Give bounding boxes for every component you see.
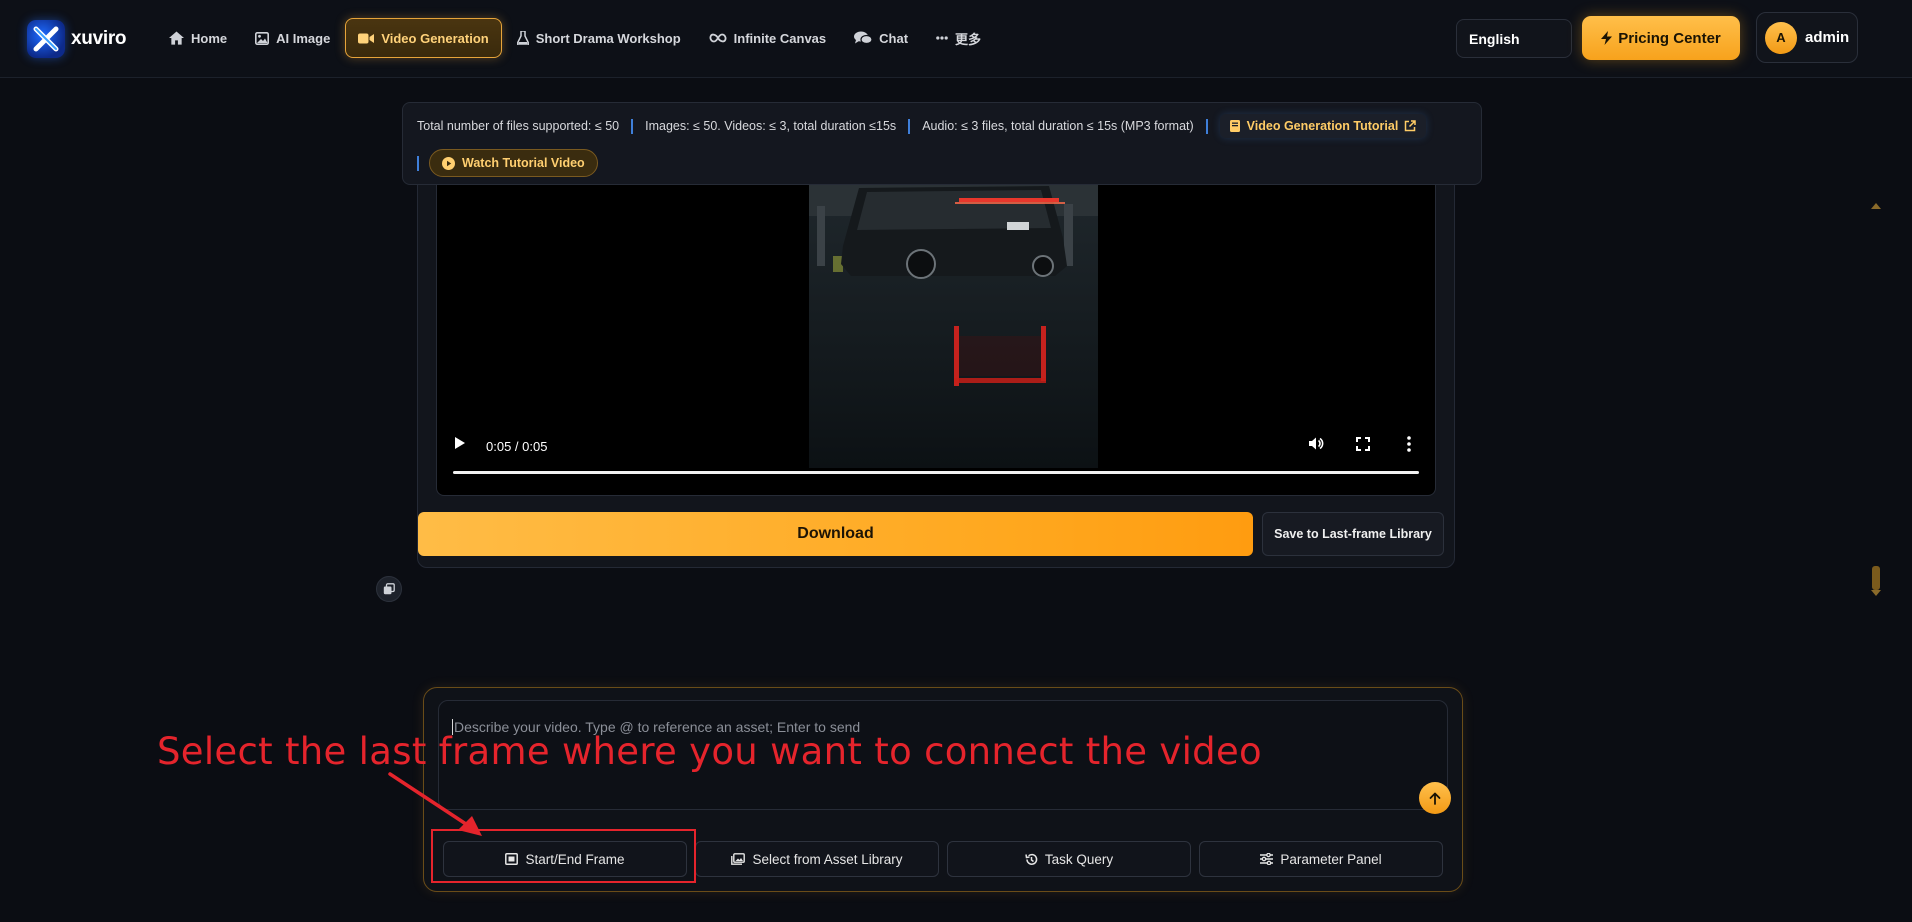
arrow-up-icon xyxy=(1429,792,1441,805)
divider xyxy=(908,118,911,134)
video-frame xyxy=(809,176,1098,468)
video-progress-bar[interactable] xyxy=(453,471,1419,474)
action-label: Parameter Panel xyxy=(1280,851,1382,867)
nav-label: 更多 xyxy=(955,31,982,47)
app-name: xuviro xyxy=(71,28,127,49)
video-camera-icon xyxy=(358,33,375,43)
play-icon[interactable] xyxy=(454,436,466,450)
fullscreen-icon[interactable] xyxy=(1356,437,1370,451)
nav-label: Home xyxy=(191,30,228,46)
task-query-button[interactable]: Task Query xyxy=(947,841,1191,877)
nav-item-infinite-canvas[interactable]: Infinite Canvas xyxy=(696,18,839,58)
nav-item-chat[interactable]: Chat xyxy=(841,18,921,58)
divider xyxy=(417,155,419,171)
nav-item-video-generation[interactable]: Video Generation xyxy=(345,18,502,58)
app-logo[interactable]: xuviro xyxy=(27,20,127,58)
pricing-label: Pricing Center xyxy=(1618,29,1721,47)
car-scene-image xyxy=(809,176,1098,468)
more-dots-icon xyxy=(936,36,948,40)
copy-icon xyxy=(383,583,395,595)
nav-item-more[interactable]: 更多 xyxy=(923,18,994,58)
tutorial-link-label: Video Generation Tutorial xyxy=(1246,119,1399,133)
scroll-up-icon[interactable] xyxy=(1871,203,1881,209)
more-options-icon[interactable] xyxy=(1407,436,1411,452)
logo-mark-icon xyxy=(27,20,65,58)
lightning-icon xyxy=(1601,31,1613,45)
select-from-asset-library-button[interactable]: Select from Asset Library xyxy=(695,841,939,877)
download-button[interactable]: Download xyxy=(418,512,1253,556)
avatar: A xyxy=(1765,21,1797,54)
infinity-icon xyxy=(709,33,727,43)
sliders-icon xyxy=(1260,853,1274,865)
nav-label: Infinite Canvas xyxy=(733,30,827,46)
divider xyxy=(631,118,634,134)
main-nav: Home AI Image Video Generation Short Dra… xyxy=(156,18,996,58)
home-icon xyxy=(169,31,184,45)
external-link-icon xyxy=(1405,120,1417,132)
generation-result-card: 0:05 / 0:05 Download Save to Last-frame … xyxy=(417,175,1455,568)
image-library-icon xyxy=(731,853,746,865)
video-player[interactable]: 0:05 / 0:05 xyxy=(436,176,1436,496)
scroll-down-icon[interactable] xyxy=(1871,590,1881,596)
chat-icon xyxy=(854,31,873,45)
upload-limits-bar: Total number of files supported: ≤ 50 Im… xyxy=(402,102,1482,185)
video-tutorial-link[interactable]: Video Generation Tutorial xyxy=(1219,114,1427,138)
volume-icon[interactable] xyxy=(1308,436,1324,451)
nav-label: Short Drama Workshop xyxy=(535,30,681,46)
flask-icon xyxy=(516,31,529,45)
user-name: admin xyxy=(1805,29,1850,46)
copy-button[interactable] xyxy=(376,576,402,602)
nav-item-home[interactable]: Home xyxy=(156,18,240,58)
annotation-text: Select the last frame where you want to … xyxy=(157,730,1262,773)
watch-tutorial-label: Watch Tutorial Video xyxy=(462,156,585,170)
book-icon xyxy=(1229,120,1240,132)
language-selector[interactable]: English xyxy=(1456,19,1572,58)
files-total-limit: Total number of files supported: ≤ 50 xyxy=(417,119,620,133)
action-label: Select from Asset Library xyxy=(752,851,903,867)
watch-tutorial-button[interactable]: Watch Tutorial Video xyxy=(429,149,598,177)
parameter-panel-button[interactable]: Parameter Panel xyxy=(1199,841,1443,877)
play-circle-icon xyxy=(442,156,455,170)
nav-label: AI Image xyxy=(276,30,331,46)
save-to-last-frame-library-button[interactable]: Save to Last-frame Library xyxy=(1262,512,1444,556)
annotation-arrow-icon xyxy=(388,772,482,836)
image-icon xyxy=(255,31,270,45)
user-menu[interactable]: A admin xyxy=(1756,12,1858,63)
pricing-center-button[interactable]: Pricing Center xyxy=(1582,16,1740,60)
tutorial-line: Watch Tutorial Video xyxy=(417,149,598,177)
scrollbar-thumb[interactable] xyxy=(1872,566,1880,590)
images-videos-limit: Images: ≤ 50. Videos: ≤ 3, total duratio… xyxy=(645,119,897,133)
history-icon xyxy=(1025,853,1038,865)
action-label: Task Query xyxy=(1044,851,1114,867)
top-navigation-bar: xuviro Home AI Image Video Generation Sh… xyxy=(0,0,1912,78)
nav-label: Chat xyxy=(879,30,909,46)
audio-limit: Audio: ≤ 3 files, total duration ≤ 15s (… xyxy=(922,119,1194,133)
nav-item-short-drama-workshop[interactable]: Short Drama Workshop xyxy=(504,18,694,58)
limits-line: Total number of files supported: ≤ 50 Im… xyxy=(417,113,1427,139)
nav-label: Video Generation xyxy=(381,30,489,46)
nav-item-ai-image[interactable]: AI Image xyxy=(242,18,343,58)
video-time: 0:05 / 0:05 xyxy=(486,439,548,454)
send-button[interactable] xyxy=(1419,782,1451,814)
divider xyxy=(1205,118,1208,134)
